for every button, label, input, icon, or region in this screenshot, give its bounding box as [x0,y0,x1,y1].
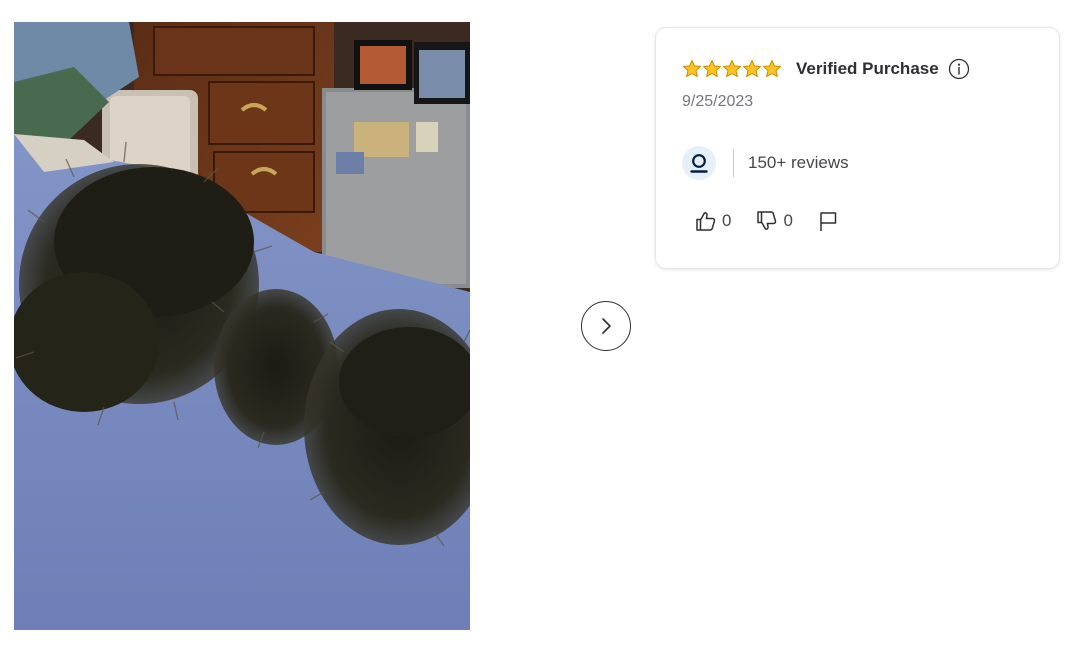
review-photo[interactable] [14,22,470,630]
rating-row: Verified Purchase [682,58,970,80]
verified-purchase-label: Verified Purchase [796,59,939,78]
review-actions: 0 0 [694,209,839,233]
thumbs-down-icon [757,211,777,230]
helpful-count: 0 [722,211,732,230]
star-icon [723,60,741,78]
flag-icon [820,212,837,231]
unhelpful-button[interactable]: 0 [755,209,793,233]
star-icon [703,60,721,78]
review-date: 9/25/2023 [682,93,754,110]
report-button[interactable] [817,210,839,232]
helpful-button[interactable]: 0 [694,209,731,233]
review-photo-image [14,22,470,630]
next-photo-button[interactable] [581,301,631,351]
star-icon [683,60,701,78]
divider [733,149,734,177]
star-rating [682,59,782,79]
chevron-right-icon [602,318,611,334]
avatar [682,146,716,180]
review-card: Verified Purchase 9/25/2023 150+ reviews… [656,28,1059,268]
star-icon [743,60,761,78]
unhelpful-count: 0 [783,211,793,230]
user-icon [690,154,708,173]
thumbs-up-icon [696,212,716,231]
reviewer-info: 150+ reviews [682,146,849,180]
star-icon [763,60,781,78]
reviewer-review-count: 150+ reviews [748,153,849,172]
info-icon[interactable] [948,58,970,80]
